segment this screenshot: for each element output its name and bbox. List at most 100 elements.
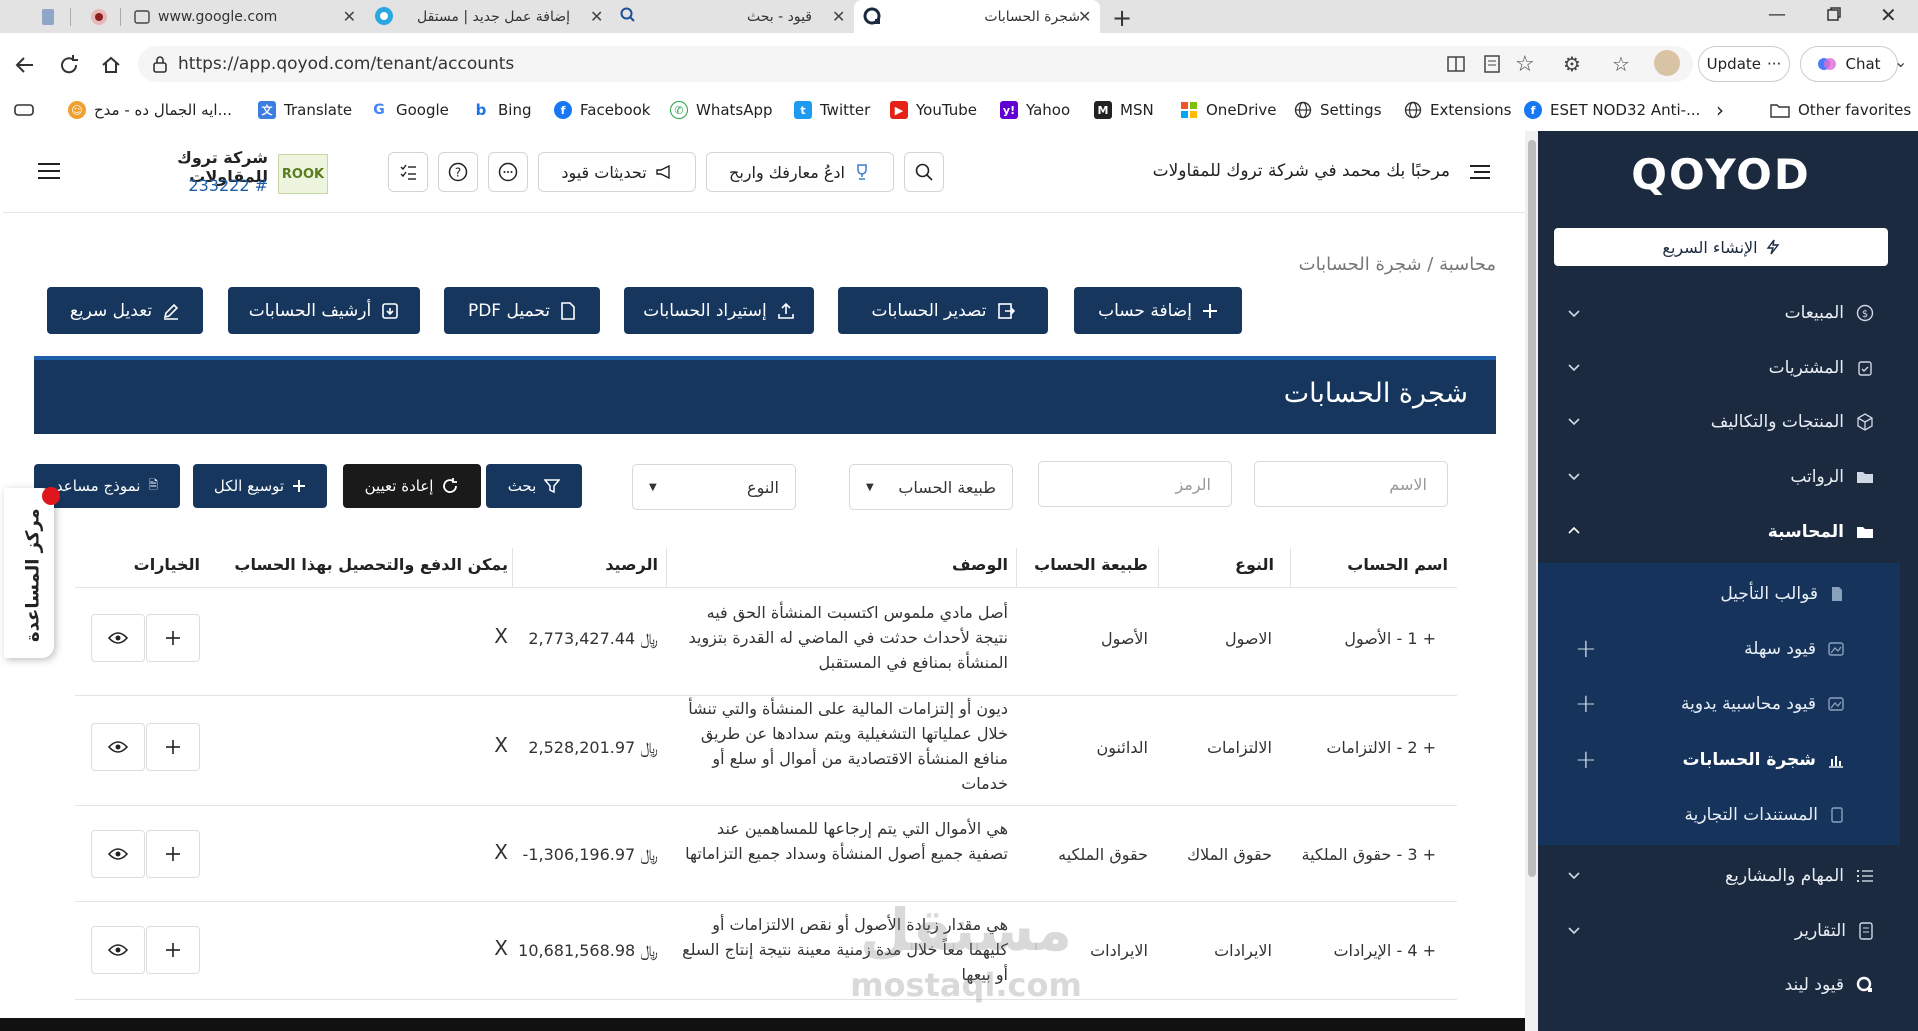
scrollbar-thumb[interactable] xyxy=(1528,140,1536,877)
sidebar-item-products[interactable]: المنتجات والتكاليف xyxy=(1711,407,1874,437)
download-pdf-button[interactable]: تحميل PDF xyxy=(444,287,600,334)
reader-icon[interactable] xyxy=(1482,54,1502,74)
chevron-down-icon[interactable] xyxy=(1566,305,1582,321)
code-search-input[interactable]: الرمز xyxy=(1038,461,1232,507)
add-manual-entry-icon[interactable]: + xyxy=(1575,689,1597,719)
minimize-icon[interactable]: — xyxy=(1768,4,1786,25)
account-nature-select[interactable]: ▼ طبيعة الحساب xyxy=(849,464,1013,510)
close-icon[interactable]: ✕ xyxy=(1078,7,1091,26)
referral-button[interactable]: ادعُ معارفك واربح xyxy=(706,152,894,192)
favorites-icon[interactable]: ☆ xyxy=(1612,52,1630,76)
other-favorites[interactable]: Other favorites xyxy=(1770,100,1911,120)
bookmark-translate[interactable]: 文 Translate xyxy=(258,100,352,120)
bookmark-google[interactable]: G Google xyxy=(370,100,449,120)
maximize-icon[interactable] xyxy=(1826,6,1842,22)
hamburger-menu-icon[interactable] xyxy=(38,162,60,180)
breadcrumb-root[interactable]: محاسبة xyxy=(1439,254,1496,275)
tasks-button[interactable] xyxy=(388,152,428,192)
bookmark-whatsapp[interactable]: ✆ WhatsApp xyxy=(670,100,773,120)
view-account-button[interactable] xyxy=(91,614,145,662)
add-account-button[interactable]: إضافة حساب xyxy=(1074,287,1242,334)
split-screen-icon[interactable] xyxy=(1446,54,1466,74)
add-easy-entry-icon[interactable]: + xyxy=(1575,634,1597,664)
chevron-up-icon[interactable] xyxy=(1566,523,1582,539)
tab-accounts[interactable]: شجرة الحسابات ✕ xyxy=(854,0,1100,33)
bookmark-extensions[interactable]: Extensions xyxy=(1404,100,1511,120)
sidebar-item-purchases[interactable]: المشتريات xyxy=(1769,353,1874,383)
sidebar-subitem-deferral-templates[interactable]: قوالب التأجيل xyxy=(1720,579,1844,609)
account-name[interactable]: + 3 - حقوق الملكية xyxy=(1290,842,1437,867)
export-accounts-button[interactable]: تصدير الحسابات xyxy=(838,287,1048,334)
favorite-star-icon[interactable]: ☆ xyxy=(1515,52,1535,77)
bookmark-bing[interactable]: b Bing xyxy=(472,100,532,120)
add-sub-account-button[interactable] xyxy=(146,830,200,878)
sidebar-subitem-chart-of-accounts[interactable]: شجرة الحسابات xyxy=(1683,745,1845,775)
tab-google[interactable]: www.google.com ✕ xyxy=(124,0,364,33)
home-icon[interactable] xyxy=(98,52,124,78)
quick-edit-button[interactable]: تعديل سريع xyxy=(47,287,203,334)
sidebar-item-qoyod-lend[interactable]: قيود ليند xyxy=(1785,970,1874,1000)
sidebar-item-payroll[interactable]: الرواتب xyxy=(1790,462,1874,492)
sidebar-subitem-commercial-docs[interactable]: المستندات التجارية xyxy=(1685,800,1844,830)
bookmark-eset[interactable]: f ESET NOD32 Anti-... xyxy=(1524,100,1700,120)
profile-avatar[interactable] xyxy=(1654,50,1680,76)
new-tab-icon[interactable]: + xyxy=(1112,4,1132,32)
chevron-down-icon[interactable] xyxy=(1566,922,1582,938)
archive-accounts-button[interactable]: أرشيف الحسابات xyxy=(228,287,420,334)
chevron-down-icon[interactable] xyxy=(1566,359,1582,375)
chevron-down-icon[interactable]: ⌄ xyxy=(1894,52,1907,71)
sidebar-subitem-easy-entries[interactable]: قيود سهلة xyxy=(1744,634,1844,664)
add-sub-account-button[interactable] xyxy=(146,614,200,662)
type-select[interactable]: ▼ النوع xyxy=(632,464,796,510)
add-sub-account-button[interactable] xyxy=(146,723,200,771)
brand-logo[interactable]: QOYOD xyxy=(1590,150,1852,199)
update-button[interactable]: Update ··· xyxy=(1698,46,1790,82)
bookmark-msn[interactable]: M MSN xyxy=(1094,100,1154,120)
bookmark-facebook[interactable]: f Facebook xyxy=(554,100,650,120)
sidebar-item-reports[interactable]: التقارير xyxy=(1795,916,1874,946)
add-account-icon[interactable]: + xyxy=(1575,745,1597,775)
refresh-icon[interactable] xyxy=(56,52,82,78)
chevron-down-icon[interactable] xyxy=(1566,468,1582,484)
chevron-down-icon[interactable] xyxy=(1566,867,1582,883)
name-search-input[interactable]: الاسم xyxy=(1254,461,1448,507)
bookmark-yahoo[interactable]: y! Yahoo xyxy=(1000,100,1070,120)
chat-support-button[interactable] xyxy=(488,152,528,192)
back-arrow-icon[interactable] xyxy=(12,52,38,78)
bookmark-settings[interactable]: Settings xyxy=(1294,100,1382,120)
view-account-button[interactable] xyxy=(91,926,145,974)
menu-lines-icon[interactable] xyxy=(1470,164,1490,180)
close-icon[interactable]: ✕ xyxy=(343,7,356,26)
account-name[interactable]: + 1 - الأصول xyxy=(1290,626,1436,651)
search-filter-button[interactable]: بحث xyxy=(486,464,582,508)
quick-create-button[interactable]: الإنشاء السريع xyxy=(1554,228,1888,266)
close-icon[interactable]: ✕ xyxy=(832,7,845,26)
view-account-button[interactable] xyxy=(91,723,145,771)
tab-mostaql[interactable]: إضافة عمل جديد | مستقل ✕ xyxy=(366,0,610,33)
tab-pinned-1[interactable] xyxy=(30,0,70,33)
sidebar-item-projects[interactable]: المهام والمشاريع xyxy=(1725,861,1874,891)
sidebar-item-sales[interactable]: $ المبيعات xyxy=(1785,298,1874,328)
view-account-button[interactable] xyxy=(91,830,145,878)
search-button[interactable] xyxy=(904,152,944,192)
expand-all-button[interactable]: توسيع الكل xyxy=(193,464,327,508)
bookmark-twitter[interactable]: t Twitter xyxy=(794,100,870,120)
chevron-down-icon[interactable] xyxy=(1566,413,1582,429)
bookmark-item[interactable]: ☺ ايه الجمال ده - مدح... xyxy=(68,100,232,120)
sidebar-subitem-manual-entries[interactable]: قيود محاسبية يدوية xyxy=(1681,689,1844,719)
tab-qoyod-search[interactable]: قيود - بحث ✕ xyxy=(612,0,852,33)
sidebar-item-accounting[interactable]: المحاسبة xyxy=(1768,517,1874,547)
window-close-icon[interactable]: ✕ xyxy=(1880,3,1897,27)
chat-button[interactable]: Chat xyxy=(1800,46,1898,82)
extensions-icon[interactable]: ⚙ xyxy=(1563,52,1581,76)
collections-icon[interactable] xyxy=(14,100,34,120)
close-icon[interactable]: ✕ xyxy=(590,7,603,26)
bookmark-youtube[interactable]: ▶ YouTube xyxy=(890,100,977,120)
reset-button[interactable]: إعادة تعيين xyxy=(343,464,481,508)
updates-button[interactable]: تحديثات قيود xyxy=(538,152,696,192)
account-name[interactable]: + 4 - الإيرادات xyxy=(1290,938,1436,963)
import-accounts-button[interactable]: إستيراد الحسابات xyxy=(624,287,814,334)
help-button[interactable]: ? xyxy=(438,152,478,192)
add-sub-account-button[interactable] xyxy=(146,926,200,974)
tab-pinned-2[interactable] xyxy=(80,0,120,33)
